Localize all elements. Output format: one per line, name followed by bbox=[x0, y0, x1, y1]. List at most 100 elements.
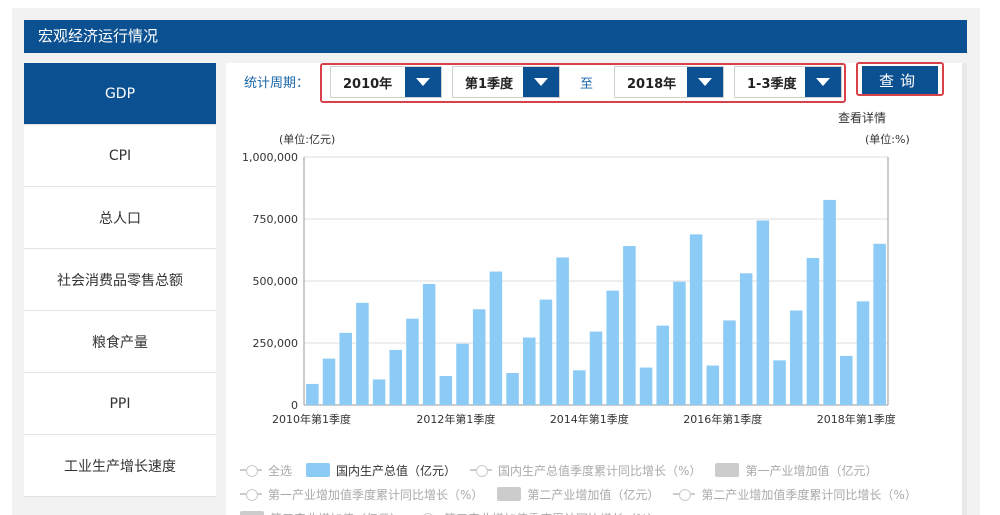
legend-item[interactable]: 第三产业增加值季度累计同比增长（%） bbox=[416, 510, 659, 515]
gdp-bar bbox=[556, 257, 569, 405]
y-tick-label: 250,000 bbox=[253, 337, 299, 350]
chart-legend: 全选 国内生产总值（亿元） 国内生产总值季度累计同比增长（%） 第一产业增加值（亿元）… bbox=[240, 458, 960, 515]
legend-item[interactable]: 第一产业增加值（亿元） bbox=[715, 462, 877, 479]
x-tick-label: 2016年第1季度 bbox=[683, 412, 762, 426]
legend-label: 国内生产总值季度累计同比增长（%） bbox=[498, 463, 702, 478]
x-tick-label: 2012年第1季度 bbox=[416, 412, 495, 426]
legend-line-marker bbox=[673, 489, 696, 501]
sidebar-item[interactable]: CPI bbox=[24, 125, 216, 187]
x-tick-label: 2014年第1季度 bbox=[550, 412, 629, 426]
gdp-bar bbox=[673, 281, 686, 405]
sidebar-item[interactable]: 总人口 bbox=[24, 187, 216, 249]
legend-line-marker bbox=[470, 465, 493, 477]
gdp-bar bbox=[773, 360, 786, 405]
query-button[interactable]: 查询 bbox=[862, 66, 938, 94]
legend-swatch bbox=[240, 511, 264, 515]
legend-label: 全选 bbox=[268, 463, 293, 478]
legend-swatch bbox=[715, 463, 740, 477]
gdp-bar bbox=[456, 343, 469, 405]
gdp-bar bbox=[806, 257, 820, 405]
page-title: 宏观经济运行情况 bbox=[24, 20, 967, 53]
gdp-bar bbox=[306, 383, 319, 405]
sidebar-item[interactable]: PPI bbox=[24, 373, 216, 435]
gdp-bar bbox=[589, 331, 603, 405]
scrollbar[interactable] bbox=[962, 63, 967, 515]
range-to-label: 至 bbox=[580, 77, 594, 92]
x-tick-label: 2018年第1季度 bbox=[817, 412, 896, 426]
y-tick-label: 1,000,000 bbox=[242, 151, 298, 164]
gdp-bar bbox=[739, 273, 753, 405]
gdp-bar bbox=[356, 302, 369, 405]
start-quarter-select[interactable]: 第1季度 bbox=[452, 66, 560, 98]
legend-row: 全选 国内生产总值（亿元） 国内生产总值季度累计同比增长（%） 第一产业增加值（亿元） bbox=[240, 458, 960, 482]
gdp-bar bbox=[706, 365, 720, 405]
gdp-bar bbox=[789, 310, 803, 405]
legend-swatch bbox=[306, 463, 331, 477]
legend-row: 第三产业增加值（亿元） 第三产业增加值季度累计同比增长（%） bbox=[240, 506, 960, 515]
chevron-down-icon[interactable] bbox=[805, 67, 841, 97]
gdp-bar bbox=[322, 358, 336, 405]
gdp-bar bbox=[422, 283, 436, 405]
gdp-bar bbox=[840, 355, 853, 405]
legend-line-marker bbox=[240, 465, 262, 477]
gdp-bar bbox=[723, 320, 736, 405]
legend-label: 第二产业增加值季度累计同比增长（%） bbox=[701, 487, 917, 502]
start-quarter-value: 第1季度 bbox=[465, 76, 514, 92]
legend-label: 第一产业增加值季度累计同比增长（%） bbox=[268, 487, 484, 502]
gdp-bar bbox=[539, 299, 553, 405]
gdp-bar bbox=[573, 370, 586, 405]
gdp-bar bbox=[856, 301, 870, 405]
legend-label: 第一产业增加值（亿元） bbox=[745, 463, 878, 478]
legend-row: 第一产业增加值季度累计同比增长（%） 第二产业增加值（亿元） 第二产业增加值季度累计… bbox=[240, 482, 960, 506]
gdp-bar bbox=[472, 309, 486, 405]
y-tick-label: 0 bbox=[291, 399, 298, 412]
gdp-bar bbox=[606, 290, 619, 405]
gdp-bar bbox=[689, 234, 703, 405]
start-year-select[interactable]: 2010年 bbox=[330, 66, 442, 98]
gdp-bar bbox=[489, 271, 503, 405]
legend-item[interactable]: 全选 bbox=[240, 462, 292, 479]
gdp-bar-chart: 0 250,000 500,000 750,000 1,000,000 2010年第1季度… bbox=[242, 151, 896, 426]
legend-label: 第三产业增加值季度累计同比增长（%） bbox=[444, 510, 659, 515]
start-year-value: 2010年 bbox=[343, 76, 393, 92]
legend-label: 第三产业增加值（亿元） bbox=[270, 510, 402, 515]
gdp-bar bbox=[639, 367, 653, 405]
gdp-bar bbox=[873, 243, 886, 405]
y-tick-label: 750,000 bbox=[253, 213, 299, 226]
gdp-bar bbox=[372, 379, 386, 405]
legend-item[interactable]: 第三产业增加值（亿元） bbox=[240, 510, 402, 515]
gdp-bar bbox=[823, 199, 836, 405]
sidebar-item[interactable]: 粮食产量 bbox=[24, 311, 216, 373]
legend-item[interactable]: 第一产业增加值季度累计同比增长（%） bbox=[240, 486, 483, 503]
chevron-down-icon[interactable] bbox=[687, 67, 723, 97]
view-details-link[interactable]: 查看详情 bbox=[838, 109, 886, 126]
gdp-bar bbox=[439, 375, 453, 405]
sidebar: GDP CPI 总人口 社会消费品零售总额 粮食产量 PPI 工业生产增长速度 bbox=[24, 63, 216, 497]
gdp-bar bbox=[339, 332, 352, 405]
end-quarter-select[interactable]: 1-3季度 bbox=[734, 66, 842, 98]
gdp-bar bbox=[756, 220, 770, 405]
gdp-bar bbox=[623, 246, 636, 405]
legend-item[interactable]: 第二产业增加值（亿元） bbox=[497, 486, 659, 503]
legend-item[interactable]: 国内生产总值（亿元） bbox=[306, 462, 456, 479]
x-tick-label: 2010年第1季度 bbox=[272, 412, 351, 426]
legend-label: 国内生产总值（亿元） bbox=[336, 463, 457, 478]
legend-swatch bbox=[497, 487, 522, 501]
gdp-bar bbox=[389, 349, 403, 405]
chevron-down-icon[interactable] bbox=[523, 67, 559, 97]
period-label: 统计周期： bbox=[244, 76, 310, 91]
end-year-select[interactable]: 2018年 bbox=[614, 66, 724, 98]
chevron-down-icon[interactable] bbox=[405, 67, 441, 97]
legend-item[interactable]: 国内生产总值季度累计同比增长（%） bbox=[470, 462, 701, 479]
y-tick-label: 500,000 bbox=[253, 275, 299, 288]
gdp-bar bbox=[656, 325, 669, 405]
sidebar-item[interactable]: 工业生产增长速度 bbox=[24, 435, 216, 497]
sidebar-item[interactable]: 社会消费品零售总额 bbox=[24, 249, 216, 311]
sidebar-item[interactable]: GDP bbox=[24, 63, 216, 125]
gdp-bar bbox=[406, 318, 419, 405]
legend-item[interactable]: 第二产业增加值季度累计同比增长（%） bbox=[673, 486, 917, 503]
legend-label: 第二产业增加值（亿元） bbox=[527, 487, 660, 502]
end-quarter-value: 1-3季度 bbox=[747, 76, 797, 92]
legend-line-marker bbox=[240, 489, 262, 501]
gdp-bar bbox=[506, 373, 519, 405]
